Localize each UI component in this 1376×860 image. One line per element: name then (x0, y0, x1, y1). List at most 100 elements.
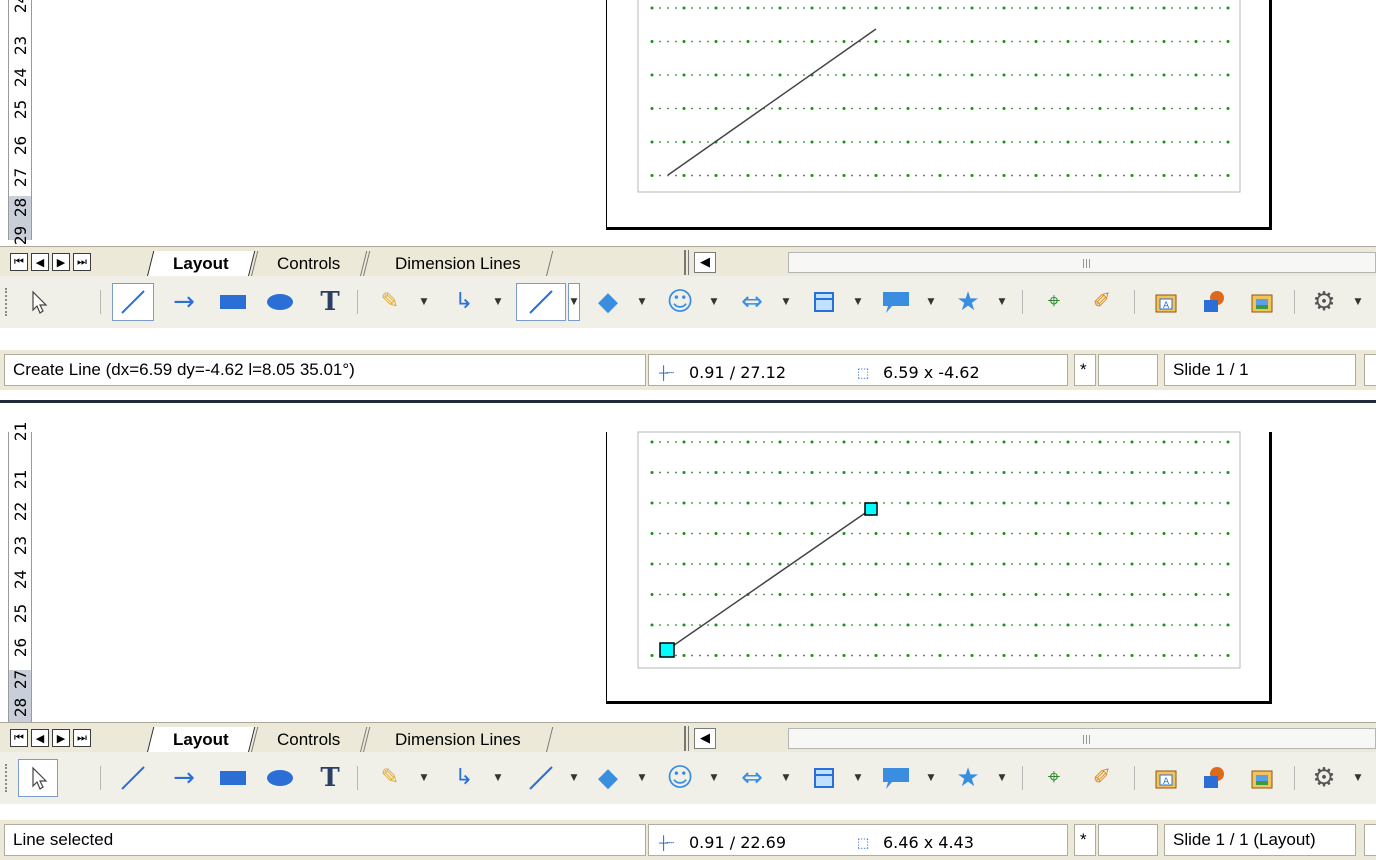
chevron-down-icon[interactable]: ▼ (1352, 764, 1364, 792)
extrusion-icon[interactable]: ⚙ (1306, 283, 1342, 321)
grid-dot (947, 654, 949, 657)
grid-dot (923, 563, 925, 565)
tab-layout[interactable]: Layout (146, 727, 256, 753)
callouts-icon[interactable] (876, 283, 916, 321)
chevron-down-icon[interactable]: ▼ (925, 288, 937, 316)
flowchart-icon[interactable] (806, 759, 842, 797)
select-icon[interactable] (18, 759, 58, 797)
chevron-down-icon[interactable]: ▼ (568, 764, 580, 792)
curve-icon[interactable]: ✎ (372, 283, 408, 321)
chevron-down-icon[interactable]: ▼ (492, 288, 504, 316)
grid-dot (1019, 502, 1021, 504)
ellipse-icon[interactable] (262, 283, 298, 321)
basic-shapes-icon[interactable]: ◆ (590, 759, 626, 797)
last-icon[interactable]: ⏭ (73, 729, 91, 747)
toolbar-handle[interactable] (5, 764, 9, 792)
chevron-down-icon[interactable]: ▼ (492, 764, 504, 792)
prev-icon[interactable]: ◀ (31, 253, 49, 271)
grid-dot (739, 502, 741, 504)
ellipse-icon[interactable] (262, 759, 298, 797)
extrusion-icon[interactable]: ⚙ (1306, 759, 1342, 797)
chevron-down-icon[interactable]: ▼ (1352, 288, 1364, 316)
fontwork-icon[interactable]: A (1148, 283, 1184, 321)
tab-layout[interactable]: Layout (146, 251, 256, 277)
chevron-down-icon[interactable]: ▼ (852, 764, 864, 792)
block-arrows-icon[interactable]: ⇔ (734, 759, 770, 797)
drawing-canvas[interactable] (0, 0, 1376, 240)
points-icon[interactable]: ⌖ (1036, 759, 1072, 797)
connector-icon[interactable]: ↳ (446, 283, 482, 321)
horizontal-scrollbar[interactable]: ||| (788, 728, 1376, 749)
chevron-down-icon[interactable]: ▼ (996, 288, 1008, 316)
text-icon[interactable]: T (315, 283, 345, 321)
grid-dot (979, 74, 981, 76)
block-arrows-icon[interactable]: ⇔ (734, 283, 770, 321)
grid-dot (979, 174, 981, 177)
chevron-down-icon[interactable]: ▼ (636, 764, 648, 792)
grid-dot (995, 40, 997, 43)
rectangle-icon[interactable] (215, 759, 251, 797)
lines-arrows-icon[interactable] (516, 759, 566, 797)
grid-dot (859, 107, 861, 110)
scroll-left-icon[interactable]: ◀ (694, 728, 716, 749)
callouts-icon[interactable] (876, 759, 916, 797)
lines-arrows-icon[interactable] (516, 283, 566, 321)
chevron-down-icon[interactable]: ▼ (780, 764, 792, 792)
arrow-icon[interactable]: → (166, 283, 202, 321)
gallery-icon[interactable] (1244, 759, 1280, 797)
tab-controls[interactable]: Controls (250, 727, 368, 753)
next-icon[interactable]: ▶ (52, 253, 70, 271)
chevron-down-icon[interactable]: ▼ (418, 764, 430, 792)
glue-points-icon[interactable]: ✐ (1084, 759, 1120, 797)
stars-icon[interactable]: ★ (950, 283, 986, 321)
chevron-down-icon[interactable]: ▼ (636, 288, 648, 316)
toolbar-handle[interactable] (5, 288, 9, 316)
chevron-down-icon[interactable]: ▼ (568, 283, 580, 321)
fontwork-icon[interactable]: A (1148, 759, 1184, 797)
glue-points-icon[interactable]: ✐ (1084, 283, 1120, 321)
first-icon[interactable]: ⏮ (10, 253, 28, 271)
select-icon[interactable] (18, 283, 58, 321)
line-icon[interactable] (112, 759, 154, 797)
flowchart-icon[interactable] (806, 283, 842, 321)
chevron-down-icon[interactable]: ▼ (708, 288, 720, 316)
line-icon[interactable] (112, 283, 154, 321)
grid-dot (1043, 141, 1045, 143)
chevron-down-icon[interactable]: ▼ (708, 764, 720, 792)
text-icon[interactable]: T (315, 759, 345, 797)
symbol-shapes-icon[interactable]: ☺ (662, 283, 698, 321)
chevron-down-icon[interactable]: ▼ (418, 288, 430, 316)
next-icon[interactable]: ▶ (52, 729, 70, 747)
arrow-icon[interactable]: → (166, 759, 202, 797)
tab-controls[interactable]: Controls (250, 251, 368, 277)
rectangle-icon[interactable] (215, 283, 251, 321)
first-icon[interactable]: ⏮ (10, 729, 28, 747)
scroll-left-icon[interactable]: ◀ (694, 252, 716, 273)
stars-icon[interactable]: ★ (950, 759, 986, 797)
points-icon[interactable]: ⌖ (1036, 283, 1072, 321)
curve-icon[interactable]: ✎ (372, 759, 408, 797)
chevron-down-icon[interactable]: ▼ (852, 288, 864, 316)
symbol-shapes-icon[interactable]: ☺ (662, 759, 698, 797)
tab-split-handle[interactable] (684, 726, 689, 751)
last-icon[interactable]: ⏭ (73, 253, 91, 271)
chevron-down-icon[interactable]: ▼ (780, 288, 792, 316)
grid-dot (714, 440, 718, 444)
chevron-down-icon[interactable]: ▼ (996, 764, 1008, 792)
from-file-icon[interactable] (1196, 759, 1232, 797)
basic-shapes-icon[interactable]: ◆ (590, 283, 626, 321)
grid-dot (1011, 141, 1013, 143)
from-file-icon[interactable] (1196, 283, 1232, 321)
chevron-down-icon[interactable]: ▼ (925, 764, 937, 792)
horizontal-scrollbar[interactable]: ||| (788, 252, 1376, 273)
tab-split-handle[interactable] (684, 250, 689, 275)
prev-icon[interactable]: ◀ (31, 729, 49, 747)
gallery-icon[interactable] (1244, 283, 1280, 321)
grid-dot (1187, 593, 1189, 596)
tab-dimension-lines[interactable]: Dimension Lines (362, 727, 554, 753)
grid-dot (1194, 140, 1198, 144)
grid-dot (1107, 441, 1109, 443)
tab-dimension-lines[interactable]: Dimension Lines (362, 251, 554, 277)
connector-icon[interactable]: ↳ (446, 759, 482, 797)
drawing-canvas[interactable] (0, 420, 1376, 720)
